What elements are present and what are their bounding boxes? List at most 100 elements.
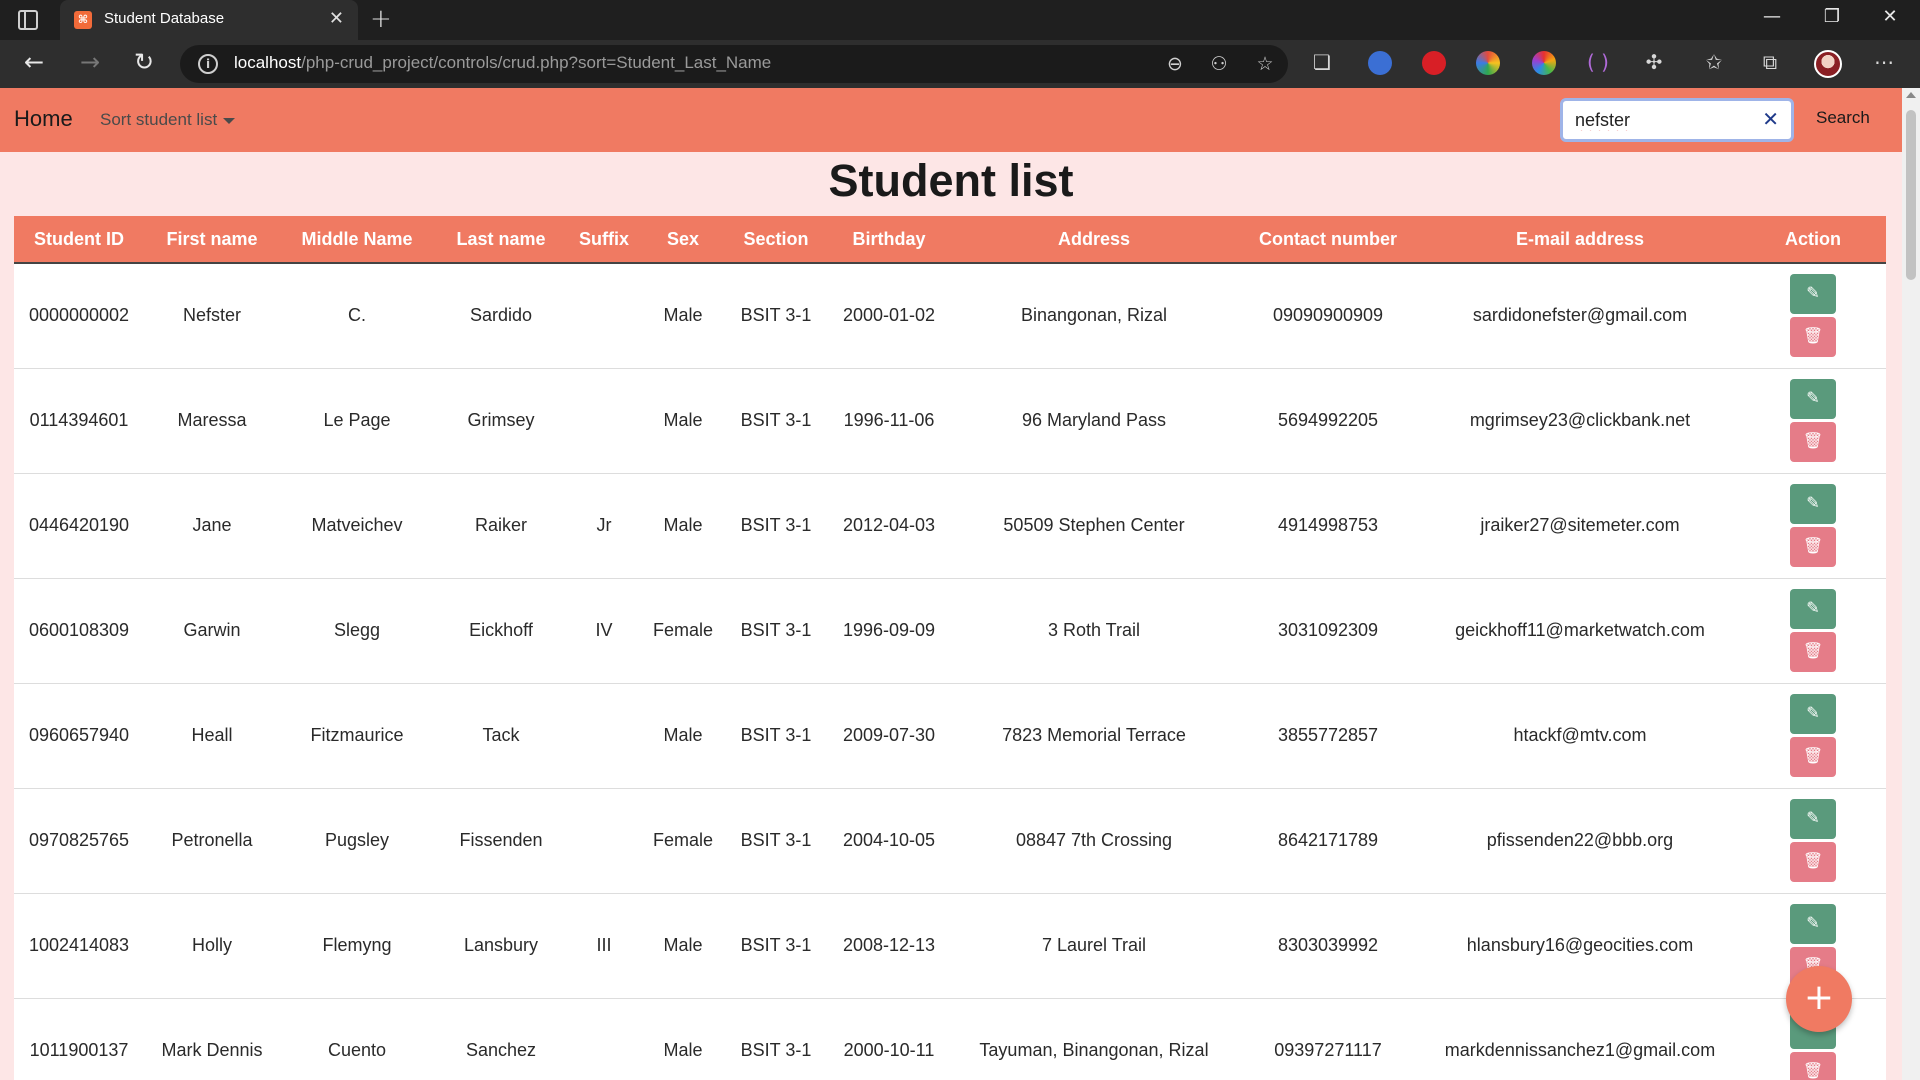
address-cell: Tayuman, Binangonan, Rizal bbox=[952, 998, 1236, 1080]
suffix-cell bbox=[568, 683, 640, 789]
middle-name-cell: Flemyng bbox=[280, 893, 434, 999]
student-id-cell: 0970825765 bbox=[14, 788, 144, 894]
first-name-cell: Maressa bbox=[144, 368, 280, 474]
restore-icon[interactable]: ❐ bbox=[1812, 6, 1852, 27]
add-student-button[interactable]: + bbox=[1786, 966, 1852, 1032]
browser-tab[interactable]: ⌘ Student Database ✕ bbox=[60, 0, 358, 40]
extension-adblock-icon[interactable] bbox=[1422, 51, 1446, 75]
window-close-icon[interactable]: ✕ bbox=[1870, 6, 1910, 27]
scrollbar-thumb[interactable] bbox=[1906, 110, 1916, 280]
page-title: Student list bbox=[828, 155, 1074, 206]
delete-button[interactable]: 🗑 bbox=[1790, 527, 1836, 567]
trash-icon: 🗑 bbox=[1802, 328, 1824, 346]
reload-icon[interactable]: ↻ bbox=[128, 48, 160, 76]
contact-number-cell: 09090900909 bbox=[1236, 263, 1420, 369]
sort-dropdown[interactable]: Sort student list bbox=[100, 110, 236, 130]
delete-button[interactable]: 🗑 bbox=[1790, 737, 1836, 777]
first-name-cell: Mark Dennis bbox=[144, 998, 280, 1080]
delete-button[interactable]: 🗑 bbox=[1790, 317, 1836, 358]
scroll-up-icon[interactable] bbox=[1906, 92, 1916, 98]
first-name-cell: Petronella bbox=[144, 788, 280, 894]
translate-icon[interactable]: ⚇ bbox=[1206, 53, 1232, 75]
zoom-icon[interactable]: ⊖ bbox=[1162, 53, 1188, 75]
site-info-icon[interactable]: i bbox=[198, 54, 218, 74]
collections-tab-icon[interactable]: ⧉ bbox=[1756, 50, 1784, 74]
favorites-icon[interactable]: ✩ bbox=[1700, 50, 1728, 74]
close-tab-icon[interactable]: ✕ bbox=[329, 8, 344, 29]
edit-button[interactable]: ✎ bbox=[1790, 589, 1836, 629]
navbar: Home Sort student list ✕ Search bbox=[0, 88, 1902, 152]
table-row: 0600108309 Garwin Slegg Eickhoff IV Female BSI… bbox=[14, 578, 1886, 684]
address-cell: 7 Laurel Trail bbox=[952, 893, 1236, 999]
table-row: 0446420190 Jane Matveichev Raiker Jr Male BSIT… bbox=[14, 473, 1886, 579]
edit-button[interactable]: ✎ bbox=[1790, 904, 1836, 944]
action-cell: ✎🗑 bbox=[1740, 263, 1886, 369]
middle-name-cell: Matveichev bbox=[280, 473, 434, 579]
edit-button[interactable]: ✎ bbox=[1790, 694, 1836, 734]
student-id-cell: 1002414083 bbox=[14, 893, 144, 999]
column-header: Address bbox=[952, 216, 1236, 264]
pencil-icon: ✎ bbox=[1806, 495, 1820, 512]
tab-title: Student Database bbox=[104, 10, 225, 27]
sort-dropdown-label: Sort student list bbox=[100, 110, 218, 129]
search-button[interactable]: Search bbox=[1816, 108, 1870, 128]
clear-search-icon[interactable]: ✕ bbox=[1762, 107, 1779, 131]
address-bar[interactable]: i localhost/php-crud_project/controls/cr… bbox=[180, 45, 1288, 83]
delete-button[interactable]: 🗑 bbox=[1790, 1052, 1836, 1080]
delete-button[interactable]: 🗑 bbox=[1790, 422, 1836, 462]
tab-actions-icon[interactable] bbox=[18, 10, 38, 30]
browser-tab-bar: ⌘ Student Database ✕ + — ❐ ✕ bbox=[0, 0, 1920, 40]
more-menu-icon[interactable]: ⋯ bbox=[1870, 50, 1898, 74]
email-cell: hlansbury16@geocities.com bbox=[1420, 893, 1740, 999]
favorite-star-icon[interactable]: ☆ bbox=[1252, 53, 1278, 75]
student-id-cell: 0446420190 bbox=[14, 473, 144, 579]
extension-colorpicker-icon[interactable] bbox=[1532, 51, 1556, 75]
home-link[interactable]: Home bbox=[14, 106, 73, 132]
edit-button[interactable]: ✎ bbox=[1790, 799, 1836, 839]
search-input[interactable] bbox=[1575, 110, 1755, 131]
forward-icon[interactable]: → bbox=[74, 48, 106, 76]
first-name-cell: Jane bbox=[144, 473, 280, 579]
collections-icon[interactable]: ❏ bbox=[1308, 50, 1336, 74]
suffix-cell bbox=[568, 263, 640, 369]
birthday-cell: 2008-12-13 bbox=[826, 893, 952, 999]
pencil-icon: ✎ bbox=[1806, 705, 1820, 722]
trash-icon: 🗑 bbox=[1802, 748, 1824, 765]
pencil-icon: ✎ bbox=[1806, 600, 1820, 617]
url-text[interactable]: localhost/php-crud_project/controls/crud… bbox=[234, 53, 771, 73]
sex-cell: Male bbox=[640, 893, 726, 999]
middle-name-cell: Fitzmaurice bbox=[280, 683, 434, 789]
birthday-cell: 2012-04-03 bbox=[826, 473, 952, 579]
address-cell: 08847 7th Crossing bbox=[952, 788, 1236, 894]
minimize-icon[interactable]: — bbox=[1752, 6, 1792, 27]
column-header: Birthday bbox=[826, 216, 952, 264]
column-header: Contact number bbox=[1236, 216, 1420, 264]
new-tab-icon[interactable]: + bbox=[370, 4, 392, 34]
email-cell: sardidonefster@gmail.com bbox=[1420, 263, 1740, 369]
address-cell: 96 Maryland Pass bbox=[952, 368, 1236, 474]
student-id-cell: 0000000002 bbox=[14, 263, 144, 369]
email-cell: jraiker27@sitemeter.com bbox=[1420, 473, 1740, 579]
contact-number-cell: 3031092309 bbox=[1236, 578, 1420, 684]
edit-button[interactable]: ✎ bbox=[1790, 484, 1836, 524]
back-icon[interactable]: ← bbox=[18, 48, 50, 76]
page-scrollbar[interactable] bbox=[1902, 88, 1920, 1080]
trash-icon: 🗑 bbox=[1802, 643, 1824, 660]
email-cell: pfissenden22@bbb.org bbox=[1420, 788, 1740, 894]
edit-button[interactable]: ✎ bbox=[1790, 379, 1836, 419]
profile-avatar[interactable] bbox=[1814, 50, 1842, 78]
action-cell: ✎🗑 bbox=[1740, 578, 1886, 684]
extension-color-icon[interactable] bbox=[1476, 51, 1500, 75]
contact-number-cell: 8642171789 bbox=[1236, 788, 1420, 894]
last-name-cell: Raiker bbox=[434, 473, 568, 579]
birthday-cell: 1996-09-09 bbox=[826, 578, 952, 684]
extensions-puzzle-icon[interactable]: ✣ bbox=[1640, 50, 1668, 74]
delete-button[interactable]: 🗑 bbox=[1790, 632, 1836, 672]
delete-button[interactable]: 🗑 bbox=[1790, 842, 1836, 882]
suffix-cell bbox=[568, 788, 640, 894]
extension-brackets-icon[interactable]: ( ) bbox=[1584, 50, 1612, 74]
edit-button[interactable]: ✎ bbox=[1790, 274, 1836, 315]
extension-chat-icon[interactable] bbox=[1368, 51, 1392, 75]
sex-cell: Female bbox=[640, 788, 726, 894]
search-box: ✕ bbox=[1560, 98, 1794, 142]
